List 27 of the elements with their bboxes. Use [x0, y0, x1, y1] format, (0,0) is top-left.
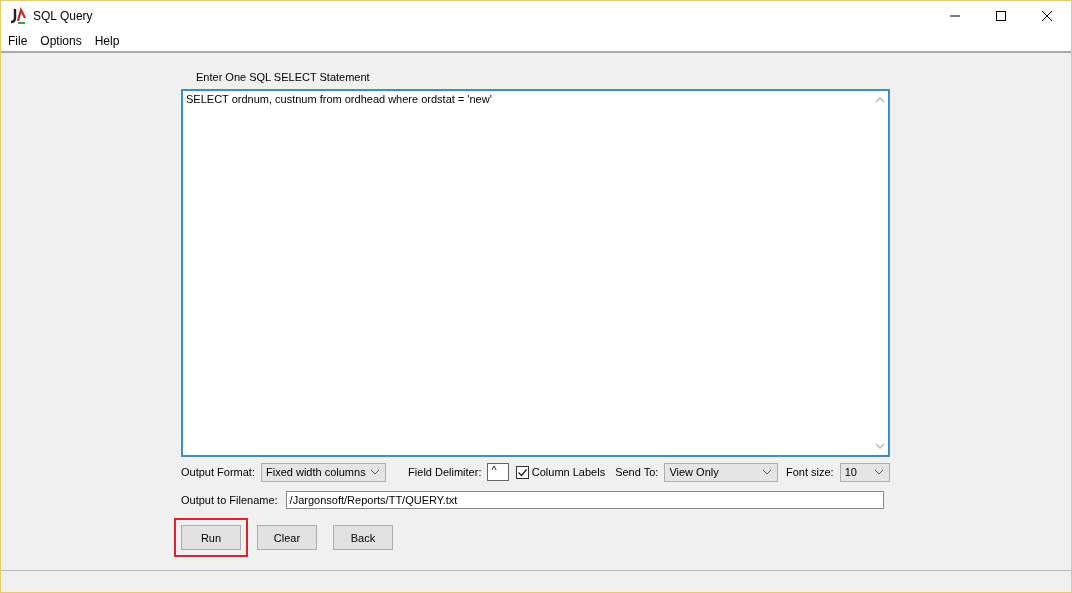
column-labels-checkbox[interactable]	[515, 465, 529, 479]
menu-item[interactable]: File	[8, 34, 28, 48]
filename-label: Output to Filename:	[181, 494, 278, 506]
statement-label: Enter One SQL SELECT Statement	[196, 71, 371, 83]
action-button[interactable]: Run	[181, 525, 241, 550]
maximize-icon[interactable]	[995, 10, 1007, 22]
menu-item[interactable]: Help	[94, 34, 120, 48]
close-icon[interactable]	[1041, 10, 1053, 22]
chevron-down-icon	[762, 469, 772, 475]
font-size-label: Font size:	[786, 466, 834, 478]
app-logo-icon	[9, 7, 27, 25]
menu-item[interactable]: Options	[40, 34, 82, 48]
action-button[interactable]: Clear	[257, 525, 317, 550]
delimiter-field[interactable]: ^	[487, 463, 509, 481]
output-format-label: Output Format:	[181, 466, 255, 478]
sql-statement-text: SELECT ordnum, custnum from ordhead where ordstat = 'new'	[185, 92, 493, 107]
window-title: SQL Query	[33, 9, 93, 23]
field-delimiter-label: Field Delimiter:	[408, 466, 482, 478]
chevron-down-icon	[874, 469, 884, 475]
filename-field[interactable]: /Jargonsoft/Reports/TT/QUERY.txt	[285, 491, 884, 509]
font-size-dropdown[interactable]: 10	[839, 462, 890, 482]
column-labels-label: Column Labels	[531, 466, 606, 478]
chevron-down-icon	[370, 469, 381, 475]
output-format-dropdown[interactable]: Fixed width columns	[261, 462, 387, 482]
action-button[interactable]: Back	[333, 525, 393, 550]
send-to-label: Send To:	[615, 466, 659, 478]
send-to-dropdown[interactable]: View Only	[664, 462, 778, 482]
